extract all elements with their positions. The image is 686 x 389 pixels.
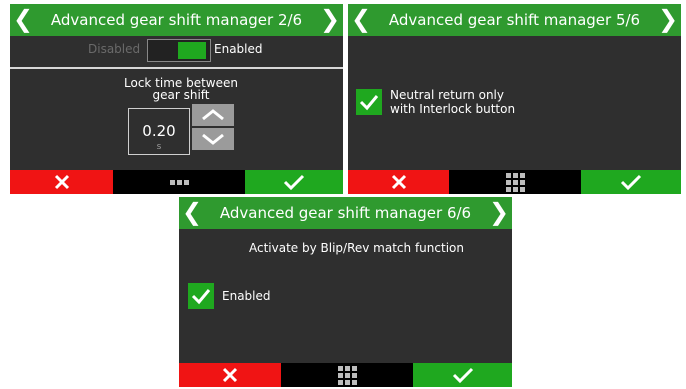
- header-bar: ❮ Advanced gear shift manager 2/6 ❯: [10, 4, 343, 36]
- confirm-button[interactable]: [413, 363, 512, 387]
- blip-function-heading: Activate by Blip/Rev match function: [249, 241, 464, 255]
- header-bar: ❮ Advanced gear shift manager 5/6 ❯: [348, 4, 681, 36]
- neutral-return-label: Neutral return only with Interlock butto…: [390, 88, 515, 116]
- lock-time-value-box[interactable]: 0.20 s: [128, 108, 190, 155]
- chevron-up-icon: [202, 109, 224, 121]
- neutral-return-label-line2: with Interlock button: [390, 102, 516, 116]
- lock-time-unit: s: [156, 142, 162, 152]
- screen-6-of-6: ❮ Advanced gear shift manager 6/6 ❯ Acti…: [179, 197, 512, 387]
- check-icon: [359, 95, 379, 111]
- check-icon: [283, 174, 305, 191]
- lock-time-value: 0.20: [142, 122, 176, 140]
- chevron-right-icon[interactable]: ❯: [657, 4, 679, 36]
- blip-enabled-checkbox[interactable]: [188, 283, 214, 309]
- menu-button[interactable]: [449, 170, 581, 194]
- screen-5-of-6: ❮ Advanced gear shift manager 5/6 ❯ Neut…: [348, 4, 681, 194]
- increment-button[interactable]: [192, 104, 234, 126]
- confirm-button[interactable]: [581, 170, 681, 194]
- cancel-button[interactable]: [10, 170, 113, 194]
- footer-bar: [10, 170, 343, 194]
- check-icon: [452, 367, 473, 384]
- screen-2-of-6: ❮ Advanced gear shift manager 2/6 ❯ Disa…: [10, 4, 343, 194]
- footer-bar: [179, 363, 512, 387]
- menu-dots-icon: [169, 179, 189, 185]
- chevron-right-icon[interactable]: ❯: [319, 4, 341, 36]
- enable-toggle[interactable]: [147, 39, 211, 62]
- toggle-knob: [178, 42, 206, 59]
- neutral-return-label-line1: Neutral return only: [390, 88, 504, 102]
- check-icon: [620, 174, 642, 191]
- toggle-off-label: Disabled: [88, 42, 141, 56]
- header-bar: ❮ Advanced gear shift manager 6/6 ❯: [179, 197, 512, 229]
- divider: [10, 67, 343, 69]
- chevron-down-icon: [202, 133, 224, 145]
- confirm-button[interactable]: [245, 170, 343, 194]
- menu-button[interactable]: [113, 170, 245, 194]
- menu-button[interactable]: [281, 363, 413, 387]
- x-icon: [222, 367, 238, 383]
- blip-enabled-label: Enabled: [222, 289, 271, 303]
- neutral-return-checkbox[interactable]: [356, 89, 382, 115]
- page-title: Advanced gear shift manager 2/6: [50, 11, 303, 29]
- x-icon: [391, 174, 406, 190]
- lock-time-label: Lock time between gear shift: [124, 76, 238, 102]
- cancel-button[interactable]: [348, 170, 449, 194]
- toggle-on-label: Enabled: [214, 42, 263, 56]
- decrement-button[interactable]: [192, 128, 234, 150]
- cancel-button[interactable]: [179, 363, 281, 387]
- page-title: Advanced gear shift manager 5/6: [388, 11, 641, 29]
- check-icon: [191, 289, 211, 305]
- chevron-right-icon[interactable]: ❯: [488, 197, 510, 229]
- grid-menu-icon: [337, 365, 357, 385]
- footer-bar: [348, 170, 681, 194]
- x-icon: [54, 174, 69, 190]
- grid-menu-icon: [505, 172, 525, 192]
- page-title: Advanced gear shift manager 6/6: [219, 204, 472, 222]
